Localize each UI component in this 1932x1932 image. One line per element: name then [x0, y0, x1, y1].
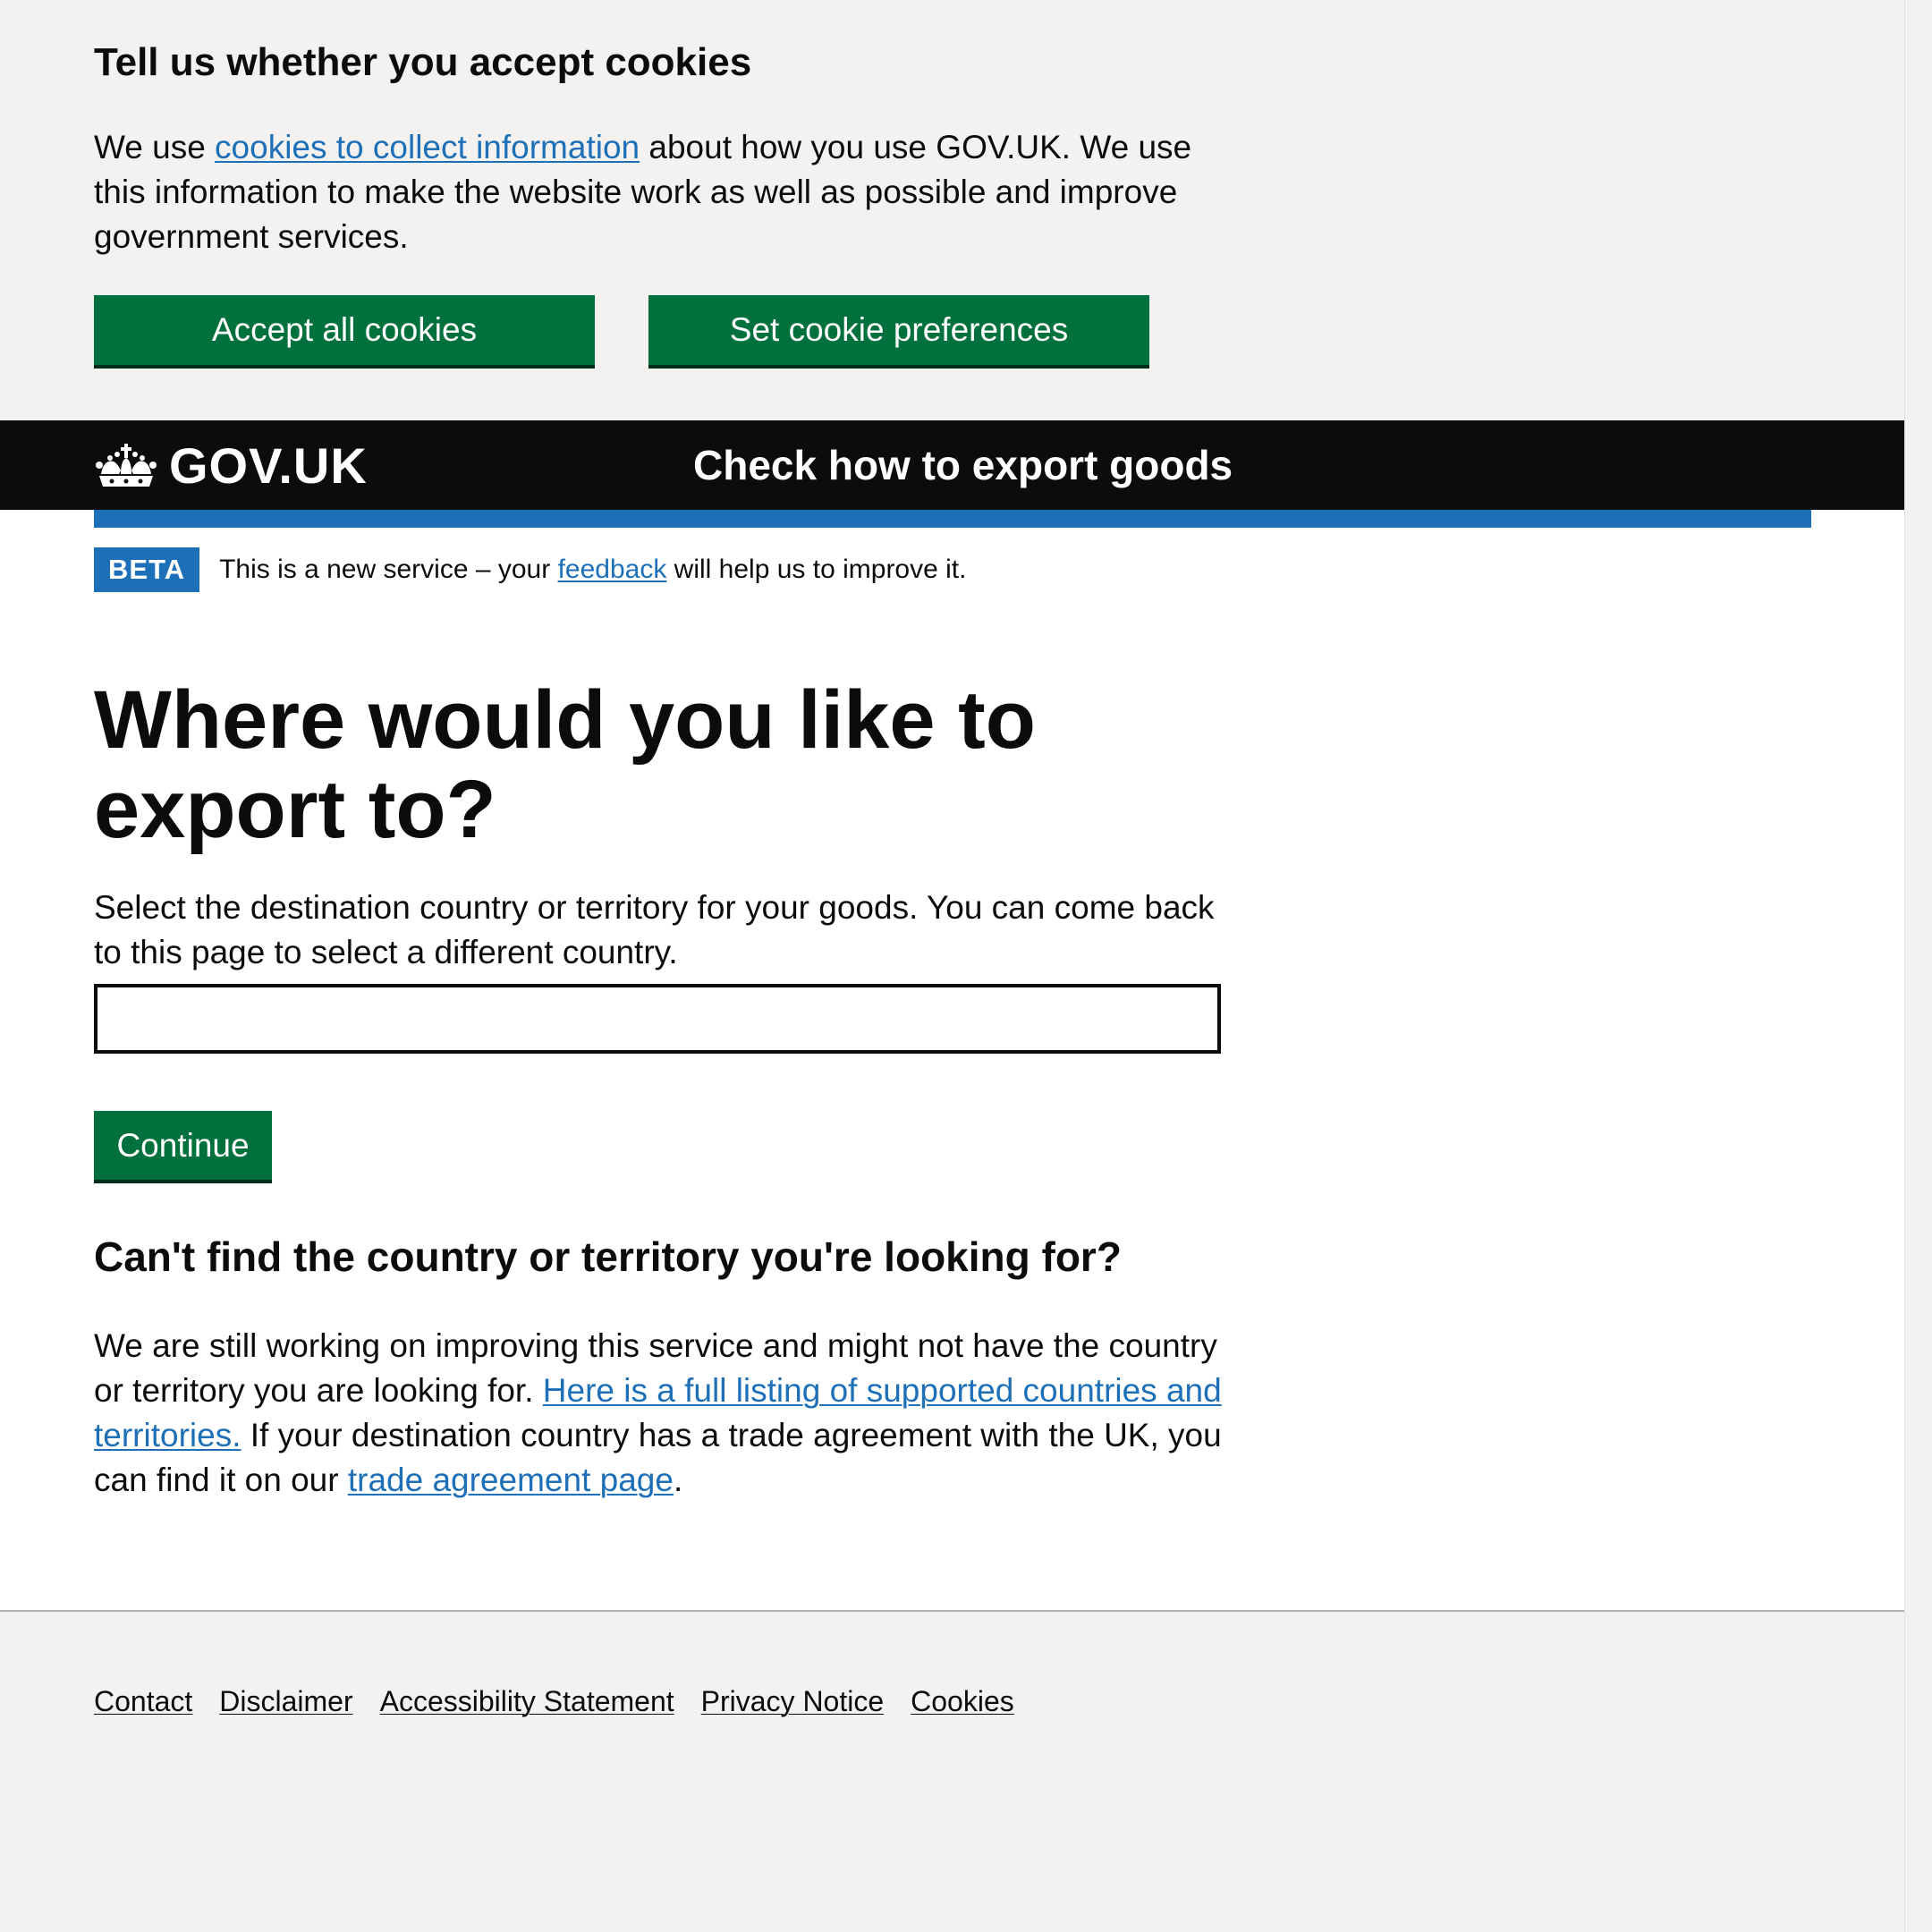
continue-button[interactable]: Continue	[94, 1111, 272, 1180]
cookie-banner: Tell us whether you accept cookies We us…	[0, 0, 1905, 420]
footer-link-accessibility[interactable]: Accessibility Statement	[380, 1685, 674, 1718]
logo-text: GOV.UK	[169, 436, 368, 494]
country-autocomplete-input[interactable]	[94, 984, 1221, 1054]
vertical-scrollbar[interactable]	[1904, 0, 1932, 1932]
site-header: GOV.UK Check how to export goods	[0, 420, 1905, 510]
footer-link-disclaimer[interactable]: Disclaimer	[219, 1685, 352, 1718]
cookie-text-before: We use	[94, 129, 216, 165]
service-name-link[interactable]: Check how to export goods	[693, 438, 1233, 492]
cant-find-text-end: .	[673, 1462, 683, 1498]
phase-text-before: This is a new service – your	[219, 555, 558, 584]
govuk-logo-link[interactable]: GOV.UK	[94, 437, 368, 494]
cant-find-heading: Can't find the country or territory you'…	[94, 1233, 1122, 1280]
cookie-banner-title: Tell us whether you accept cookies	[94, 40, 752, 84]
beta-tag: BETA	[94, 547, 200, 592]
footer-link-cookies[interactable]: Cookies	[911, 1685, 1014, 1718]
set-cookie-preferences-button[interactable]: Set cookie preferences	[648, 295, 1149, 365]
page: Tell us whether you accept cookies We us…	[0, 0, 1905, 1932]
phase-banner: BETA This is a new service – your feedba…	[94, 547, 966, 592]
cant-find-text: We are still working on improving this s…	[94, 1324, 1234, 1503]
scrollbar-thumb[interactable]	[1911, 4, 1926, 1506]
header-underline-bar	[94, 510, 1811, 528]
phase-text-after: will help us to improve it.	[666, 555, 967, 584]
phase-banner-text: This is a new service – your feedback wi…	[219, 555, 966, 585]
main-content: BETA This is a new service – your feedba…	[0, 510, 1905, 1610]
trade-agreement-link[interactable]: trade agreement page	[348, 1462, 674, 1498]
country-hint: Select the destination country or territ…	[94, 889, 1215, 970]
site-footer: Contact Disclaimer Accessibility Stateme…	[0, 1610, 1905, 1932]
cookie-banner-text: We use cookies to collect information ab…	[94, 125, 1221, 259]
footer-link-contact[interactable]: Contact	[94, 1685, 192, 1718]
cookies-info-link[interactable]: cookies to collect information	[215, 129, 640, 165]
page-title: Where would you like to export to?	[94, 674, 1036, 855]
footer-links: Contact Disclaimer Accessibility Stateme…	[94, 1685, 1014, 1718]
footer-link-privacy[interactable]: Privacy Notice	[701, 1685, 885, 1718]
accept-all-cookies-button[interactable]: Accept all cookies	[94, 295, 595, 365]
crown-icon	[96, 444, 157, 487]
feedback-link[interactable]: feedback	[558, 555, 667, 584]
